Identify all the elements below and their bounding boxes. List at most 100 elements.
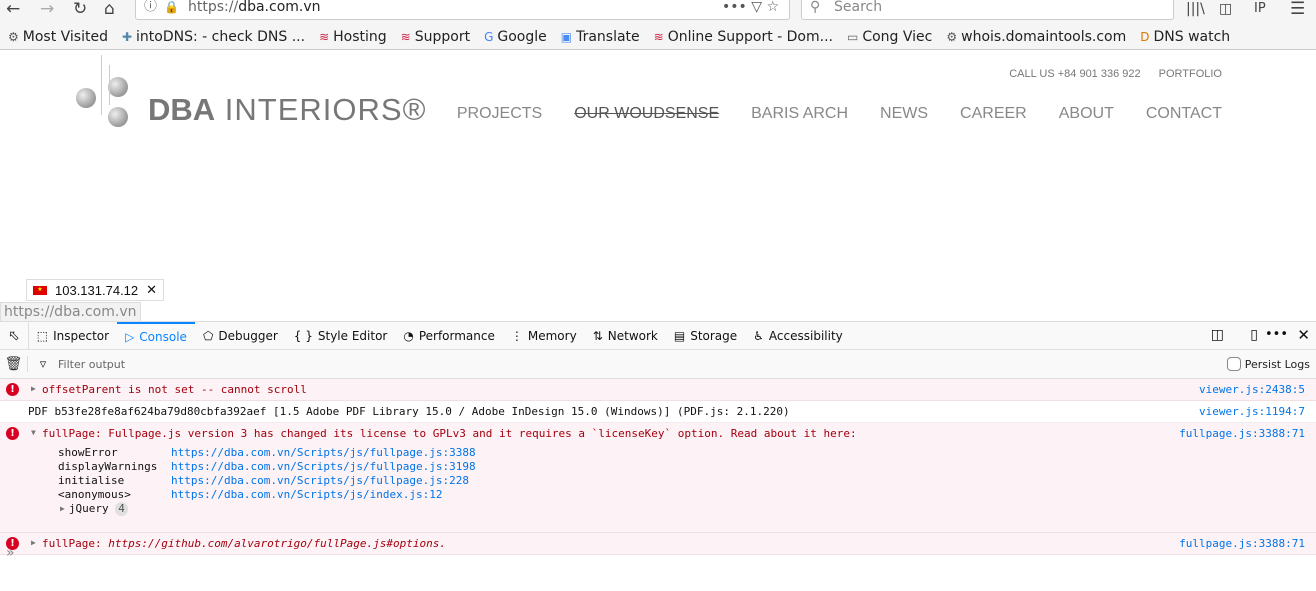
console-input-prompt[interactable]: »: [6, 545, 15, 561]
frame-link[interactable]: https://dba.com.vn/Scripts/js/index.js:1…: [171, 488, 443, 502]
search-input[interactable]: ⚲ Search: [801, 0, 1174, 20]
tab-storage[interactable]: ▤ Storage: [666, 322, 745, 350]
nav-link[interactable]: BARIS ARCH: [751, 105, 848, 123]
function-name: <anonymous>: [58, 488, 131, 501]
group-name: jQuery: [68, 502, 109, 515]
frame-link[interactable]: https://dba.com.vn/Scripts/js/fullpage.j…: [171, 446, 476, 460]
stack-frame: displayWarnings https://dba.com.vn/Script…: [42, 460, 1316, 474]
tab-accessibility[interactable]: ♿ Accessibility: [745, 322, 851, 350]
logo-bold: DBA: [148, 92, 216, 127]
bookmark-label: Support: [414, 29, 471, 45]
element-picker-icon[interactable]: ⬁: [0, 321, 29, 350]
intodns-icon: ✚: [121, 30, 133, 44]
tab-performance[interactable]: ◔ Performance: [395, 322, 503, 350]
dock-icon[interactable]: ◫: [1211, 327, 1224, 343]
portfolio-link[interactable]: PORTFOLIO: [1159, 68, 1222, 80]
style-editor-icon: { }: [293, 328, 313, 343]
checkbox[interactable]: [1226, 357, 1241, 371]
function-name: showError: [58, 446, 118, 459]
expanded-triangle-icon[interactable]: ▼: [31, 428, 36, 437]
console-filter-bar: 🗑 ▿ Filter output Persist Logs: [0, 350, 1316, 379]
google-icon: G: [484, 30, 494, 44]
bookmark-label: DNS watch: [1153, 29, 1231, 45]
page-actions-icon[interactable]: ••• ▽ ☆: [722, 0, 779, 17]
bookmark[interactable]: ≋ Online Support - Dom...: [654, 29, 833, 45]
error-icon: !: [6, 383, 19, 396]
sidebar-icon[interactable]: ◫: [1219, 0, 1232, 20]
url-bar[interactable]: ⓘ 🔒 https://dba.com.vn ••• ▽ ☆: [135, 0, 790, 20]
gear-icon: ⚙: [8, 30, 19, 44]
home-button[interactable]: ⌂: [104, 0, 115, 20]
collapsed-triangle-icon[interactable]: ▶: [31, 384, 36, 393]
reload-button[interactable]: ↻: [73, 0, 87, 20]
info-icon[interactable]: ⓘ: [144, 0, 157, 17]
stack-group[interactable]: ▶ jQuery 4: [42, 502, 1316, 516]
forward-button[interactable]: →: [40, 0, 54, 20]
more-options-icon[interactable]: •••: [1265, 327, 1288, 342]
logo-text[interactable]: DBA INTERIORS®: [148, 92, 426, 128]
nav-link[interactable]: CAREER: [960, 105, 1027, 123]
persist-logs-checkbox[interactable]: Persist Logs: [1226, 357, 1316, 371]
bookmark[interactable]: ≋ Hosting: [319, 29, 387, 45]
bookmark-label: Online Support - Dom...: [667, 29, 833, 45]
error-icon: !: [6, 427, 19, 440]
nav-link[interactable]: CONTACT: [1146, 105, 1222, 123]
collapsed-triangle-icon[interactable]: ▶: [31, 538, 36, 547]
tab-debugger[interactable]: ⬠ Debugger: [195, 322, 286, 350]
console-output: ! ▶ offsetParent is not set -- cannot scro…: [0, 379, 1316, 555]
nav-link[interactable]: ABOUT: [1059, 105, 1114, 123]
bookmark[interactable]: ✚ intoDNS: - check DNS ...: [122, 29, 305, 45]
lock-icon: 🔒: [164, 0, 179, 14]
call-us-link[interactable]: CALL US +84 901 336 922: [1009, 68, 1140, 80]
console-error: ! ▼ fullPage: Fullpage.js version 3 has ch…: [0, 423, 1316, 533]
source-link[interactable]: viewer.js:2438:5: [1199, 383, 1305, 396]
bookmark[interactable]: ▭ Cong Viec: [847, 29, 932, 45]
pa-icon: ≋: [400, 30, 411, 44]
inspector-icon: ⬚: [36, 328, 49, 343]
tab-label: Performance: [418, 328, 495, 343]
tab-style-editor[interactable]: { } Style Editor: [286, 322, 396, 350]
ip-address: 103.131.74.12: [55, 282, 139, 298]
bookmark[interactable]: D DNS watch: [1140, 29, 1230, 45]
ip-extension-icon[interactable]: IP: [1254, 0, 1266, 20]
accessibility-icon: ♿: [753, 328, 764, 343]
tab-console[interactable]: ▷ Console: [117, 321, 195, 350]
bookmark[interactable]: G Google: [484, 29, 547, 45]
group-count-badge: 4: [115, 502, 128, 516]
console-error: ! ▶ offsetParent is not set -- cannot scro…: [0, 379, 1316, 401]
nav-link[interactable]: NEWS: [880, 105, 928, 123]
bookmark-label: Cong Viec: [862, 29, 933, 45]
close-devtools-icon[interactable]: ✕: [1297, 326, 1310, 344]
console-icon: ▷: [125, 329, 135, 344]
nav-link[interactable]: OUR WOUDSENSE: [574, 105, 719, 123]
frame-link[interactable]: https://dba.com.vn/Scripts/js/fullpage.j…: [171, 474, 469, 488]
trash-icon[interactable]: 🗑: [0, 356, 28, 372]
library-icon[interactable]: |||\: [1186, 0, 1205, 20]
bookmark[interactable]: ≋ Support: [401, 29, 470, 45]
devtools-toolbar: ⬁ ⬚ Inspector ▷ Console ⬠ Debugger { } Style Ed…: [0, 321, 1316, 350]
bookmark[interactable]: ▣ Translate: [561, 29, 640, 45]
tab-label: Memory: [527, 328, 577, 343]
source-link[interactable]: viewer.js:1194:7: [1199, 405, 1305, 418]
back-button[interactable]: ←: [6, 0, 20, 20]
source-link[interactable]: fullpage.js:3388:71: [1179, 427, 1305, 440]
tab-memory[interactable]: ⋮ Memory: [503, 322, 585, 350]
bookmark[interactable]: ⚙ whois.domaintools.com: [946, 29, 1126, 45]
vietnam-flag-icon: ★: [33, 285, 47, 295]
filter-input[interactable]: Filter output: [58, 358, 1227, 371]
bookmark[interactable]: ⚙ Most Visited: [8, 29, 108, 45]
tab-inspector[interactable]: ⬚ Inspector: [29, 322, 117, 350]
menu-icon[interactable]: ☰: [1290, 0, 1305, 20]
source-link[interactable]: fullpage.js:3388:71: [1179, 537, 1305, 550]
close-icon[interactable]: ✕: [146, 282, 157, 298]
logo-icon[interactable]: [76, 55, 136, 135]
frame-link[interactable]: https://dba.com.vn/Scripts/js/fullpage.j…: [171, 460, 476, 474]
responsive-design-icon[interactable]: ▯: [1250, 327, 1258, 343]
filter-icon: ▿: [39, 356, 47, 372]
tab-network[interactable]: ⇅ Network: [585, 322, 666, 350]
bookmark-label: whois.domaintools.com: [961, 29, 1127, 45]
bookmark-label: Translate: [576, 29, 640, 45]
message-text[interactable]: https://github.com/alvarotrigo/fullPage.…: [108, 537, 446, 550]
bookmark-label: Google: [497, 29, 547, 45]
nav-link[interactable]: PROJECTS: [457, 105, 542, 123]
